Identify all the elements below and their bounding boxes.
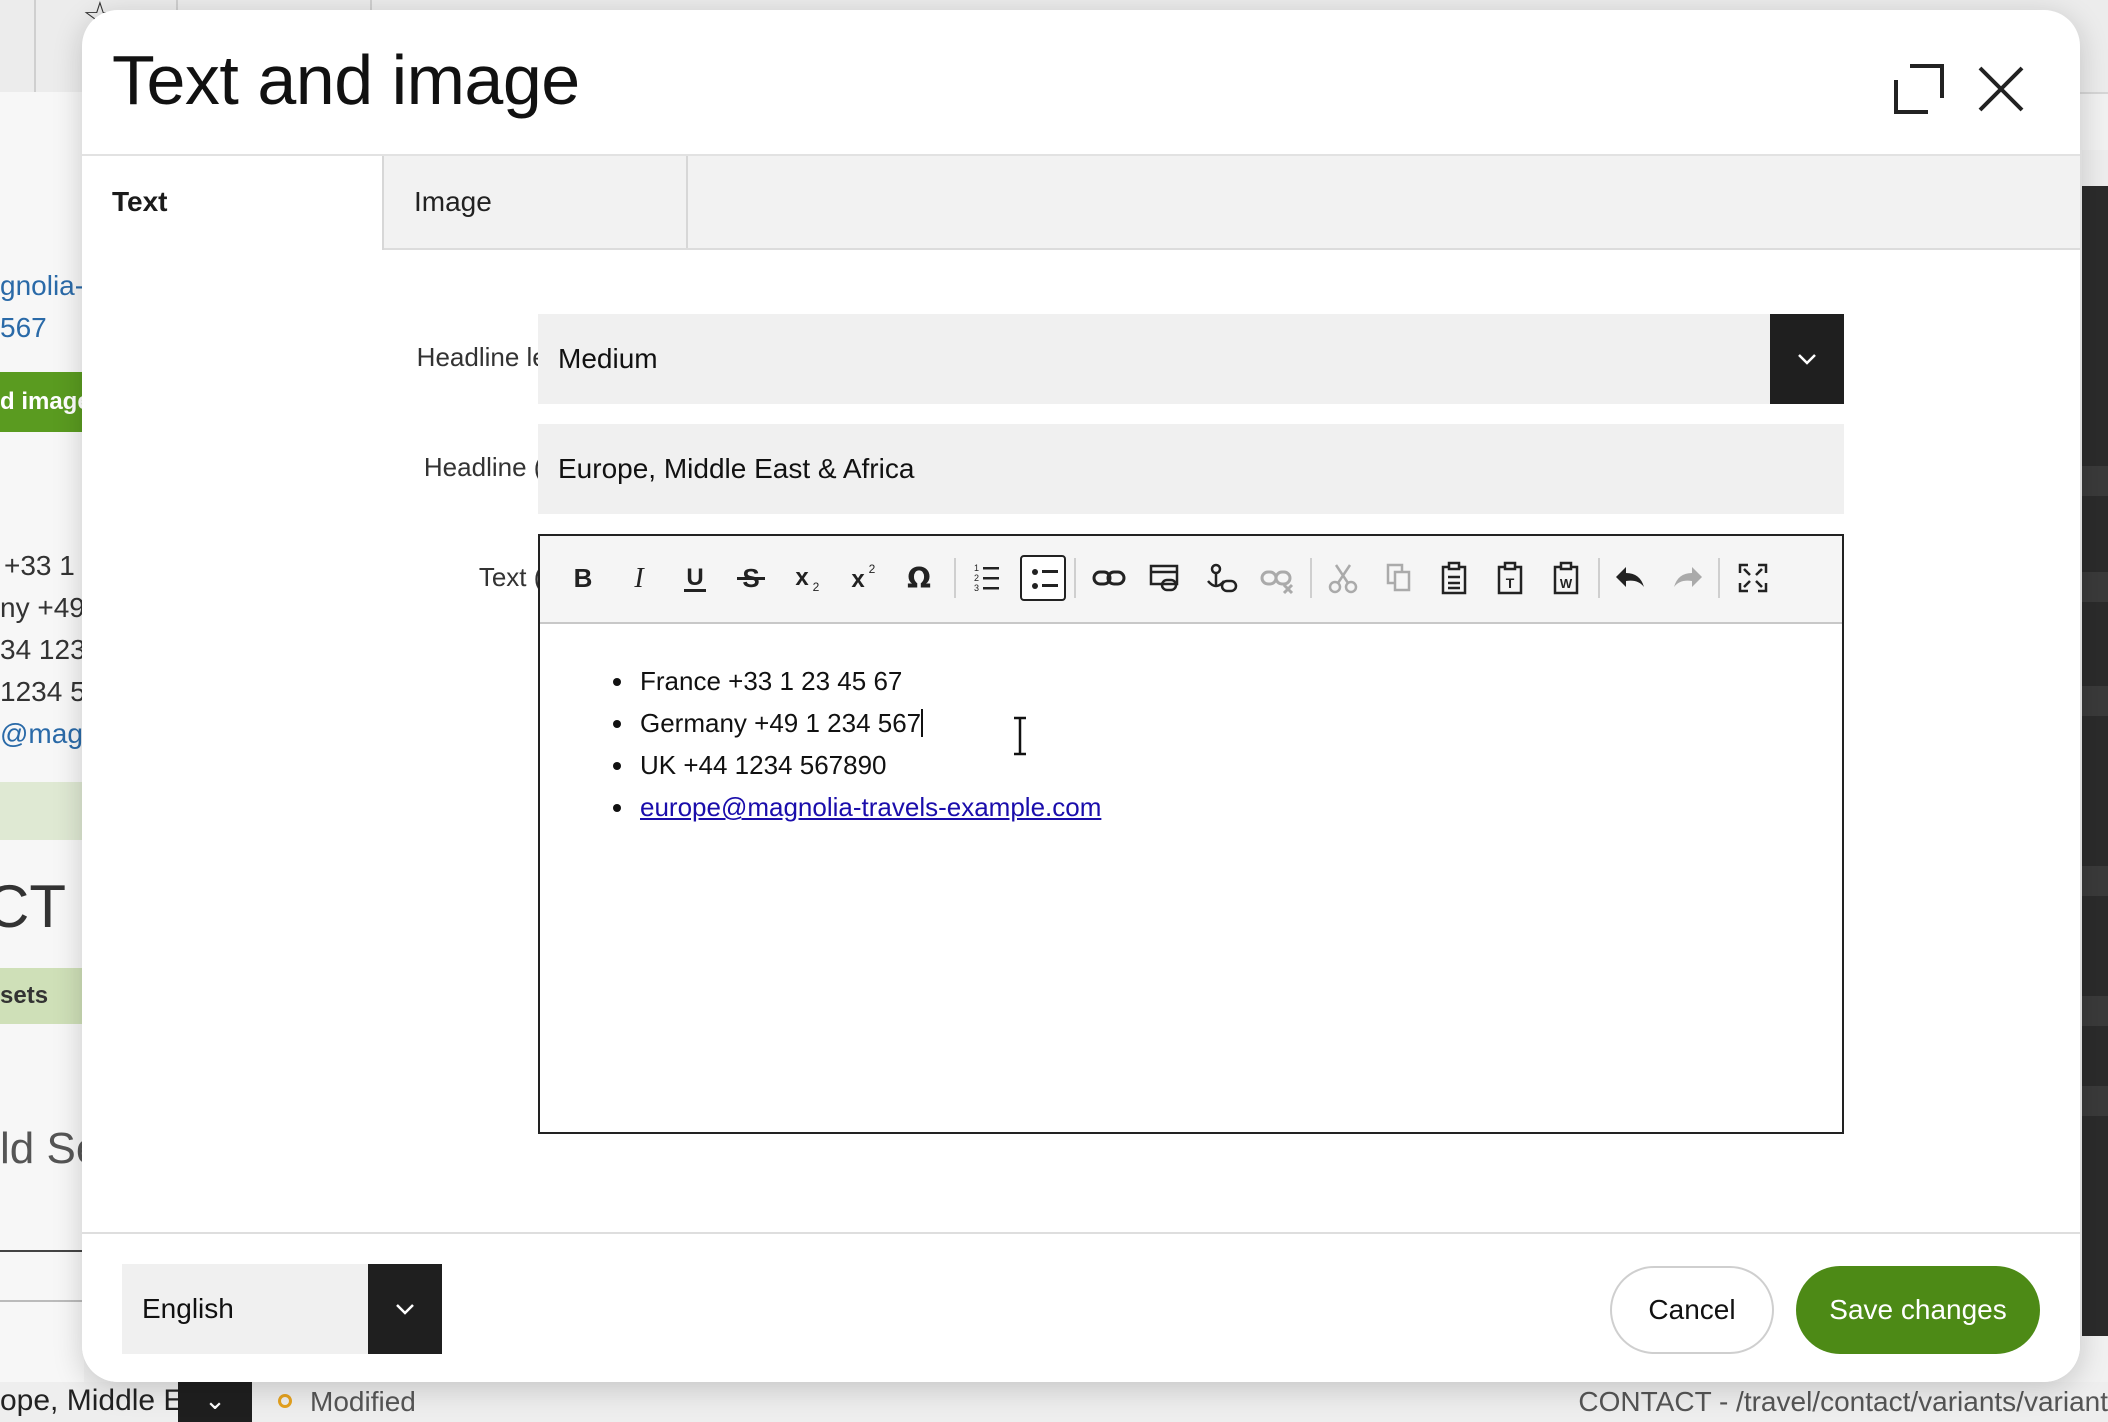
svg-text:1: 1 xyxy=(974,563,979,573)
list-item: Germany +49 1 234 567 xyxy=(636,702,1101,744)
list-item: europe@magnolia-travels-example.com xyxy=(636,786,1101,828)
headline-input[interactable] xyxy=(538,424,1844,514)
dialog-tabs: Text Image xyxy=(82,154,2080,250)
svg-text:W: W xyxy=(1560,576,1573,591)
background-text: ny +49 xyxy=(0,592,85,623)
page-path: CONTACT - /travel/contact/variants/varia… xyxy=(1578,1386,2108,1417)
paste-text-icon[interactable]: T xyxy=(1488,555,1534,601)
background-text: 34 123 xyxy=(0,634,86,665)
numbered-list-icon[interactable]: 123 xyxy=(964,555,1010,601)
close-icon[interactable] xyxy=(1966,54,2036,124)
text-caret xyxy=(921,709,924,737)
superscript-icon[interactable]: x2 xyxy=(840,555,886,601)
cancel-button[interactable]: Cancel xyxy=(1610,1266,1774,1354)
editor-toolbar: B I U S x2 x2 Ω 1 2 3 T W xyxy=(540,536,1842,624)
underline-icon[interactable]: U xyxy=(672,555,718,601)
redo-icon[interactable] xyxy=(1664,555,1710,601)
background-green-tab: d image xyxy=(0,372,84,432)
paste-word-icon[interactable]: W xyxy=(1544,555,1590,601)
background-text: 1234 5 xyxy=(0,676,86,707)
bulleted-list-icon[interactable] xyxy=(1020,555,1066,601)
language-select[interactable]: English xyxy=(122,1264,442,1354)
list-item: France +33 1 23 45 67 xyxy=(636,660,1101,702)
subscript-icon[interactable]: x2 xyxy=(784,555,830,601)
email-link[interactable]: europe@magnolia-travels-example.com xyxy=(640,792,1101,822)
dialog-header: Text and image xyxy=(82,10,2080,154)
svg-text:2: 2 xyxy=(974,573,979,583)
svg-text:U: U xyxy=(686,564,703,591)
text-tab-form: Headline level Medium Headline (en) Text… xyxy=(82,248,2080,1238)
svg-text:2: 2 xyxy=(813,580,820,594)
svg-text:3: 3 xyxy=(974,583,979,593)
unlink-icon[interactable] xyxy=(1254,555,1300,601)
rich-text-editor[interactable]: B I U S x2 x2 Ω 1 2 3 T W • France +33 1… xyxy=(538,534,1844,1134)
link-icon[interactable] xyxy=(1086,555,1132,601)
dialog-title: Text and image xyxy=(112,41,580,119)
svg-text:2: 2 xyxy=(869,562,876,576)
svg-text:T: T xyxy=(1506,575,1515,591)
strikethrough-icon[interactable]: S xyxy=(728,555,774,601)
svg-text:x: x xyxy=(795,564,809,591)
anchor-icon[interactable] xyxy=(1198,555,1244,601)
background-heading: CT xyxy=(0,873,66,940)
copy-icon[interactable] xyxy=(1376,555,1422,601)
cut-icon[interactable] xyxy=(1320,555,1366,601)
chevron-down-icon[interactable]: ⌄ xyxy=(178,1382,252,1422)
svg-text:x: x xyxy=(851,566,865,593)
text-and-image-dialog: Text and image Text Image Headline level… xyxy=(82,10,2080,1382)
tab-text[interactable]: Text xyxy=(82,156,384,250)
paste-icon[interactable] xyxy=(1432,555,1478,601)
status-text: Modified xyxy=(310,1386,416,1417)
svg-text:B: B xyxy=(574,563,593,593)
maximize-icon[interactable] xyxy=(1730,555,1776,601)
dialog-footer: English Cancel Save changes xyxy=(82,1232,2080,1382)
expand-icon[interactable] xyxy=(1884,54,1954,124)
background-presets: sets xyxy=(0,968,84,1024)
list-item: UK +44 1234 567890 xyxy=(636,744,1101,786)
special-char-icon[interactable]: Ω xyxy=(896,555,942,601)
svg-text:Ω: Ω xyxy=(907,562,931,595)
chevron-down-icon[interactable] xyxy=(1770,314,1844,404)
bold-icon[interactable]: B xyxy=(560,555,606,601)
chevron-down-icon[interactable] xyxy=(368,1264,442,1354)
text-cursor-icon xyxy=(1014,716,1026,756)
save-changes-button[interactable]: Save changes xyxy=(1796,1266,2040,1354)
svg-text:I: I xyxy=(633,563,645,594)
background-link: 567 xyxy=(0,312,47,343)
tab-image[interactable]: Image xyxy=(384,156,688,248)
background-strip xyxy=(0,782,84,840)
internal-link-icon[interactable] xyxy=(1142,555,1188,601)
undo-icon[interactable] xyxy=(1608,555,1654,601)
headline-level-select[interactable]: Medium xyxy=(538,314,1844,404)
editor-content[interactable]: France +33 1 23 45 67 Germany +49 1 234 … xyxy=(540,624,1842,1132)
headline-level-value: Medium xyxy=(558,343,658,374)
background-status-bar: ope, Middle E... ⌄ Modified CONTACT - /t… xyxy=(0,1382,2108,1422)
status-dot-icon xyxy=(278,1394,292,1408)
language-value: English xyxy=(142,1293,234,1324)
italic-icon[interactable]: I xyxy=(616,555,662,601)
background-right-panel xyxy=(2082,186,2108,1336)
